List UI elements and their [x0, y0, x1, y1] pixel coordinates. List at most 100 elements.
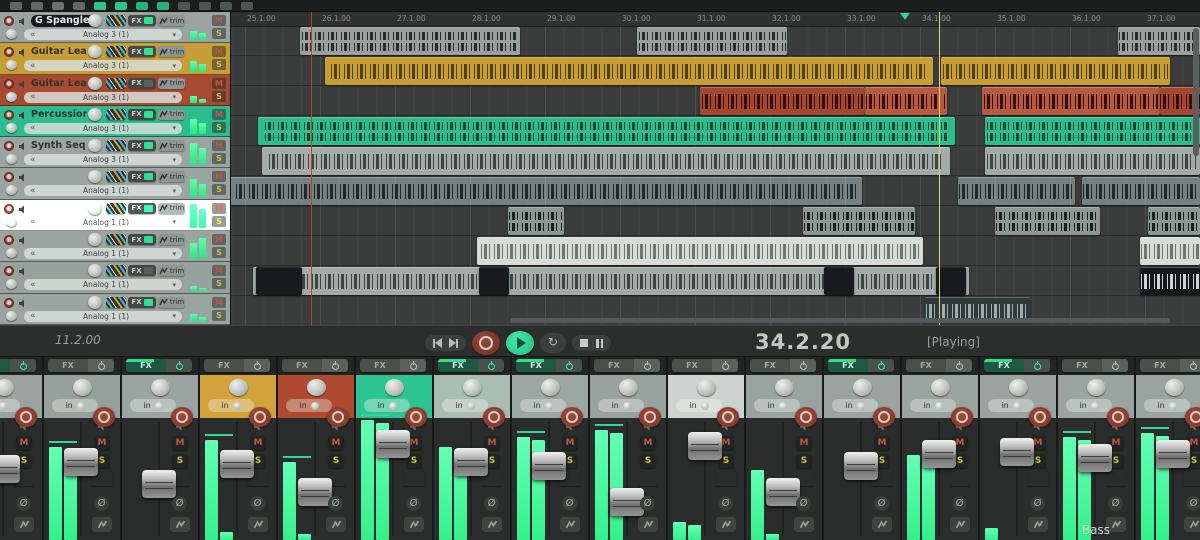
pan-knob[interactable] [619, 379, 638, 396]
pan-knob[interactable] [6, 311, 17, 321]
phase-button[interactable]: Ø [328, 496, 343, 511]
strip-fx-button[interactable]: FX [672, 359, 738, 372]
track-control-panel[interactable]: FX trim «Analog 1 (1)▾ MS [0, 200, 230, 231]
play-button[interactable] [506, 331, 534, 355]
track-lanes[interactable] [230, 26, 1200, 325]
solo-button[interactable]: S [328, 454, 344, 468]
solo-button[interactable]: S [212, 247, 226, 258]
mixer-strip[interactable]: FX in M S Ø [824, 357, 902, 540]
volume-fader[interactable] [220, 450, 254, 478]
midi-editor-icon[interactable] [136, 2, 148, 10]
record-arm-button[interactable] [795, 407, 817, 427]
routing-button[interactable] [106, 109, 126, 120]
mute-button[interactable]: M [328, 436, 344, 450]
record-arm-button[interactable] [249, 407, 271, 427]
mute-button[interactable]: M [212, 46, 226, 57]
fx-bypass-button[interactable] [88, 359, 114, 372]
track-name[interactable]: Guitar Lead [31, 46, 87, 57]
mute-button[interactable]: M [172, 436, 188, 450]
routing-button[interactable] [106, 297, 126, 308]
pan-knob[interactable] [385, 379, 404, 396]
loop-marker-icon[interactable] [900, 13, 910, 20]
audio-item[interactable] [477, 237, 923, 265]
pan-knob[interactable] [931, 379, 950, 396]
mute-button[interactable]: M [212, 297, 226, 308]
record-arm-icon[interactable] [4, 266, 14, 276]
locking-icon[interactable] [241, 2, 253, 10]
phase-button[interactable]: Ø [484, 496, 499, 511]
mixer-strip[interactable]: FX in M S Ø [980, 357, 1058, 540]
audio-item[interactable] [508, 207, 564, 235]
mixer-strip[interactable]: FX in M S Ø [44, 357, 122, 540]
volume-fader[interactable] [688, 432, 722, 460]
audio-item[interactable] [300, 27, 520, 55]
audio-item[interactable] [803, 207, 915, 235]
snap-toggle-icon[interactable] [115, 2, 127, 10]
envelope-icon[interactable] [178, 2, 190, 10]
solo-button[interactable]: S [212, 122, 226, 133]
volume-fader[interactable] [532, 452, 566, 480]
input-button[interactable]: in [520, 399, 566, 412]
solo-button[interactable]: S [212, 59, 226, 70]
fx-bypass-button[interactable] [478, 359, 504, 372]
pan-knob[interactable] [853, 379, 872, 396]
envelope-button[interactable] [170, 517, 190, 532]
envelope-button[interactable] [92, 517, 112, 532]
solo-button[interactable]: S [796, 454, 812, 468]
mute-button[interactable]: M [16, 436, 32, 450]
pan-knob[interactable] [6, 217, 17, 227]
envelope-button[interactable] [248, 517, 268, 532]
phase-button[interactable]: Ø [796, 496, 811, 511]
volume-knob[interactable] [88, 108, 102, 121]
input-selector[interactable]: «Analog 1 (1)▾ [24, 217, 182, 228]
solo-button[interactable]: S [212, 91, 226, 102]
input-button[interactable]: in [598, 399, 644, 412]
timeline-ruler[interactable]: 25.1.0026.1.0027.1.0028.1.0029.1.0030.1.… [230, 12, 1200, 27]
audio-item[interactable] [258, 117, 955, 145]
track-control-panel[interactable]: Guitar Lead FX trim «Analog 3 (1)▾ MS [0, 43, 230, 74]
trim-button[interactable]: trim [158, 171, 185, 182]
envelope-button[interactable] [794, 517, 814, 532]
record-arm-button[interactable] [951, 407, 973, 427]
repeat-button[interactable]: ↻ [540, 333, 566, 353]
audio-item[interactable] [1148, 207, 1200, 235]
audio-item[interactable] [1082, 177, 1200, 205]
routing-button[interactable] [638, 473, 658, 486]
record-arm-icon[interactable] [4, 110, 14, 120]
phase-button[interactable]: Ø [250, 496, 265, 511]
pan-knob[interactable] [697, 379, 716, 396]
input-selector[interactable]: «Analog 1 (1)▾ [24, 279, 182, 290]
record-arm-icon[interactable] [4, 79, 14, 89]
track-control-panel[interactable]: FX trim «Analog 1 (1)▾ MS [0, 231, 230, 262]
input-button[interactable]: in [442, 399, 488, 412]
volume-fader[interactable] [142, 470, 176, 498]
record-button[interactable] [472, 331, 500, 355]
routing-button[interactable] [404, 473, 424, 486]
phase-button[interactable]: Ø [1108, 496, 1123, 511]
routing-button[interactable] [1028, 473, 1048, 486]
mixer-strip[interactable]: FX in M S Ø [0, 357, 44, 540]
fx-bypass-button[interactable] [634, 359, 660, 372]
record-arm-icon[interactable] [4, 47, 14, 57]
routing-button[interactable] [106, 265, 126, 276]
volume-knob[interactable] [88, 45, 102, 58]
solo-button[interactable]: S [212, 28, 226, 39]
mute-button[interactable]: M [212, 171, 226, 182]
volume-knob[interactable] [88, 170, 102, 183]
volume-fader[interactable] [610, 488, 644, 516]
stop-button[interactable] [580, 339, 588, 347]
input-selector[interactable]: «Analog 3 (1)▾ [24, 29, 182, 40]
fx-button[interactable]: FX [128, 46, 156, 57]
envelope-button[interactable] [326, 517, 346, 532]
routing-button[interactable] [106, 46, 126, 57]
volume-knob[interactable] [88, 77, 102, 90]
strip-fx-button[interactable]: FX [594, 359, 660, 372]
fx-bypass-button[interactable] [10, 359, 36, 372]
solo-button[interactable]: S [212, 310, 226, 321]
input-button[interactable]: in [988, 399, 1034, 412]
pan-knob[interactable] [775, 379, 794, 396]
mixer-strip[interactable]: FX in M S Ø [122, 357, 200, 540]
strip-fx-button[interactable]: FX [984, 359, 1050, 372]
solo-button[interactable]: S [212, 216, 226, 227]
record-arm-icon[interactable] [4, 298, 14, 308]
